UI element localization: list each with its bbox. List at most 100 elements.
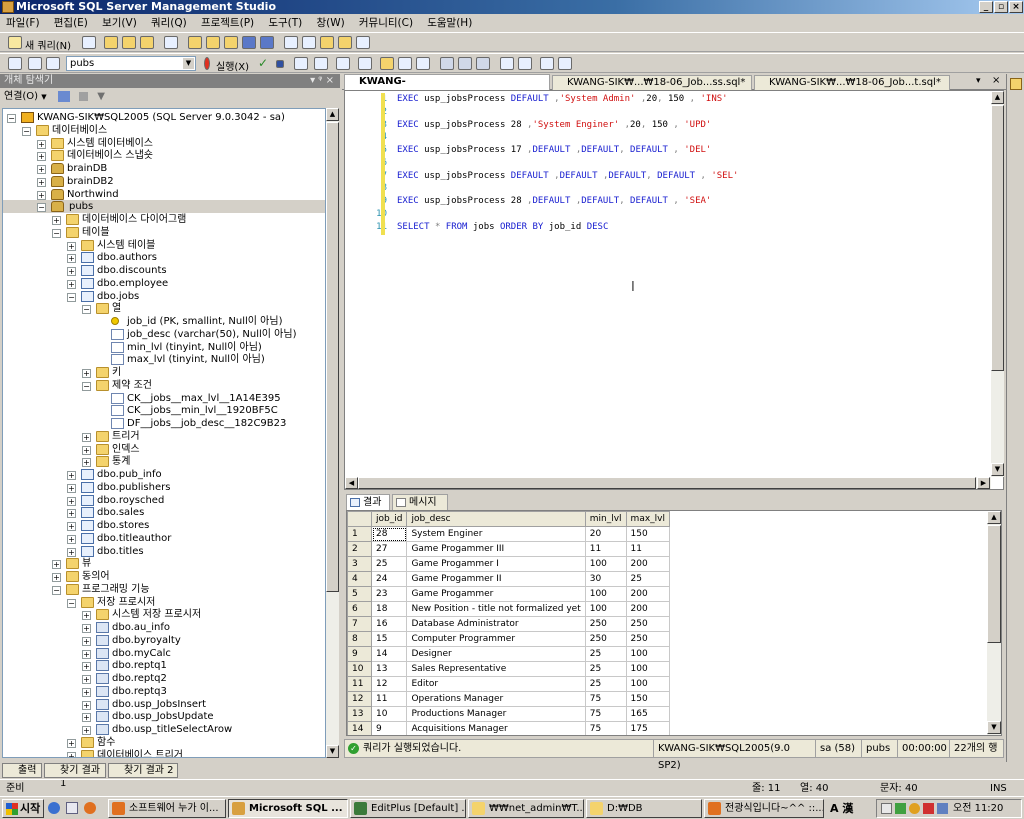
close-tab-icon[interactable]: × [992, 75, 1000, 86]
table-cell[interactable]: Database Administrator [406, 616, 586, 632]
expand-toggle-icon[interactable]: + [67, 254, 76, 264]
table-row[interactable]: 11 12 Editor 25 100 [347, 676, 670, 692]
table-cell[interactable]: 25 [584, 661, 627, 677]
tree-node[interactable]: job_desc (varchar(50), Null이 아님) [3, 328, 325, 341]
code-line[interactable]: SELECT * FROM jobs ORDER BY job_id DESC [397, 222, 608, 232]
tree-node[interactable]: + dbo.reptq3 [3, 685, 325, 698]
table-cell[interactable]: 100 [584, 556, 627, 572]
scroll-right-arrow[interactable]: ▶ [977, 477, 990, 489]
table-row[interactable]: 13 10 Productions Manager 75 165 [347, 706, 670, 722]
table-cell[interactable]: 200 [625, 586, 670, 602]
tree-node[interactable]: + dbo.roysched [3, 494, 325, 507]
table-cell[interactable]: 75 [584, 691, 627, 707]
expand-toggle-icon[interactable]: + [67, 471, 76, 480]
database-select[interactable]: pubs ▼ [66, 56, 196, 71]
tree-node[interactable]: + 키 [3, 366, 325, 379]
scroll-left-arrow[interactable]: ◀ [345, 477, 358, 489]
tree-node[interactable]: + dbo.employee [3, 277, 325, 290]
row-number[interactable]: 1 [347, 526, 372, 542]
expand-toggle-icon[interactable]: + [82, 700, 91, 710]
table-cell[interactable]: System Enginer [406, 526, 586, 542]
expand-toggle-icon[interactable]: + [37, 152, 46, 162]
collapse-toggle-icon[interactable]: − [67, 292, 76, 302]
table-cell[interactable]: Sales Representative [406, 661, 586, 677]
menu-project[interactable]: 프로젝트(P) [201, 14, 254, 32]
table-cell[interactable]: 11 [584, 541, 627, 557]
expand-toggle-icon[interactable]: + [37, 190, 46, 200]
client-stats-icon[interactable] [416, 57, 430, 70]
tree-node[interactable]: + 데이터베이스 스냅숏 [3, 149, 325, 162]
start-button[interactable]: 시작 [2, 799, 44, 818]
mdx-query-icon[interactable] [140, 36, 154, 49]
increase-indent-icon[interactable] [558, 57, 572, 70]
open-folder-icon[interactable] [206, 36, 220, 49]
row-number[interactable]: 10 [347, 661, 372, 677]
tree-node[interactable]: job_id (PK, smallint, Null이 아님) [3, 315, 325, 328]
uncomment-lines-icon[interactable] [518, 57, 532, 70]
table-row[interactable]: 3 25 Game Progammer I 100 200 [347, 556, 670, 572]
tab-jobs-t[interactable]: KWANG-SIK₩...₩18-06_Job...t.sql* [754, 75, 950, 90]
tree-node[interactable]: + dbo.reptq2 [3, 672, 325, 685]
query-designer-icon[interactable] [314, 57, 328, 70]
execute-button[interactable]: 실행(X) [216, 58, 249, 73]
table-row[interactable]: 9 14 Designer 25 100 [347, 646, 670, 662]
table-cell[interactable]: 11 [625, 541, 670, 557]
table-row[interactable]: 5 23 Game Progammer 100 200 [347, 586, 670, 602]
object-explorer-icon[interactable] [302, 36, 316, 49]
table-cell[interactable]: 200 [625, 556, 670, 572]
scroll-thumb[interactable] [326, 122, 339, 592]
table-cell[interactable]: 15 [370, 631, 408, 647]
table-cell[interactable]: 25 [584, 646, 627, 662]
tree-node[interactable]: + dbo.au_info [3, 621, 325, 634]
table-row[interactable]: 6 18 New Position - title not formalized y… [347, 601, 670, 617]
expand-toggle-icon[interactable]: + [82, 687, 91, 697]
menu-help[interactable]: 도움말(H) [427, 14, 472, 32]
code-line[interactable]: EXEC usp_jobsProcess DEFAULT ,'System Ad… [397, 94, 728, 104]
table-cell[interactable]: 12 [370, 676, 408, 692]
expand-toggle-icon[interactable]: + [82, 675, 91, 684]
table-cell[interactable]: 165 [625, 706, 670, 722]
table-cell[interactable]: 24 [370, 571, 408, 587]
table-cell[interactable]: Game Progammer I [406, 556, 586, 572]
taskbar-button[interactable]: EditPlus [Default] ... [350, 799, 466, 818]
tree-node[interactable]: − 테이블 [3, 226, 325, 239]
table-cell[interactable]: 200 [625, 601, 670, 617]
save-icon[interactable] [242, 36, 256, 49]
table-row[interactable]: 12 11 Operations Manager 75 150 [347, 691, 670, 707]
tree-node[interactable]: max_lvl (tinyint, Null이 아님) [3, 353, 325, 366]
tree-node[interactable]: + dbo.sales [3, 506, 325, 519]
table-cell[interactable]: 150 [625, 526, 670, 542]
parse-check-icon[interactable]: ✓ [258, 57, 272, 70]
tree-node[interactable]: − KWANG-SIK₩SQL2005 (SQL Server 9.0.3042 … [3, 111, 325, 124]
tree-scrollbar[interactable]: ▲ ▼ [326, 108, 339, 758]
tree-node[interactable]: − 제약 조건 [3, 379, 325, 392]
tree-node[interactable]: + brainDB [3, 162, 325, 175]
table-cell[interactable]: 100 [584, 601, 627, 617]
grid-scrollbar[interactable]: ▲ ▼ [987, 511, 1001, 735]
row-number[interactable]: 8 [347, 631, 372, 647]
analysis-query-icon[interactable] [122, 36, 136, 49]
ime-indicator[interactable]: A 漢 [830, 800, 853, 816]
show-desktop-icon[interactable] [66, 802, 78, 814]
menu-edit[interactable]: 편집(E) [54, 14, 88, 32]
table-row[interactable]: 14 9 Acquisitions Manager 75 175 [347, 721, 670, 735]
code-line[interactable]: EXEC usp_jobsProcess 28 ,'System Enginer… [397, 120, 711, 130]
tree-node[interactable]: − dbo.jobs [3, 290, 325, 303]
expand-toggle-icon[interactable]: + [67, 483, 76, 493]
row-number[interactable]: 12 [347, 691, 372, 707]
tree-node[interactable]: + dbo.usp_JobsUpdate [3, 710, 325, 723]
results-table[interactable]: job_id job_desc min_lvl max_lvl 1 28 System En… [347, 511, 670, 735]
table-cell[interactable]: Designer [406, 646, 586, 662]
tree-node[interactable]: + dbo.usp_titleSelectArow [3, 723, 325, 736]
table-cell[interactable]: 100 [625, 661, 670, 677]
row-number[interactable]: 9 [347, 646, 372, 662]
collapse-toggle-icon[interactable]: − [67, 598, 76, 608]
expand-toggle-icon[interactable]: + [82, 458, 91, 468]
table-row[interactable]: 7 16 Database Administrator 250 250 [347, 616, 670, 632]
chevron-down-icon[interactable]: ▼ [41, 93, 46, 101]
table-cell[interactable]: 75 [584, 721, 627, 735]
table-cell[interactable]: 75 [584, 706, 627, 722]
collapse-toggle-icon[interactable]: − [37, 203, 46, 213]
table-cell[interactable]: Game Progammer [406, 586, 586, 602]
expand-toggle-icon[interactable]: + [82, 611, 91, 621]
